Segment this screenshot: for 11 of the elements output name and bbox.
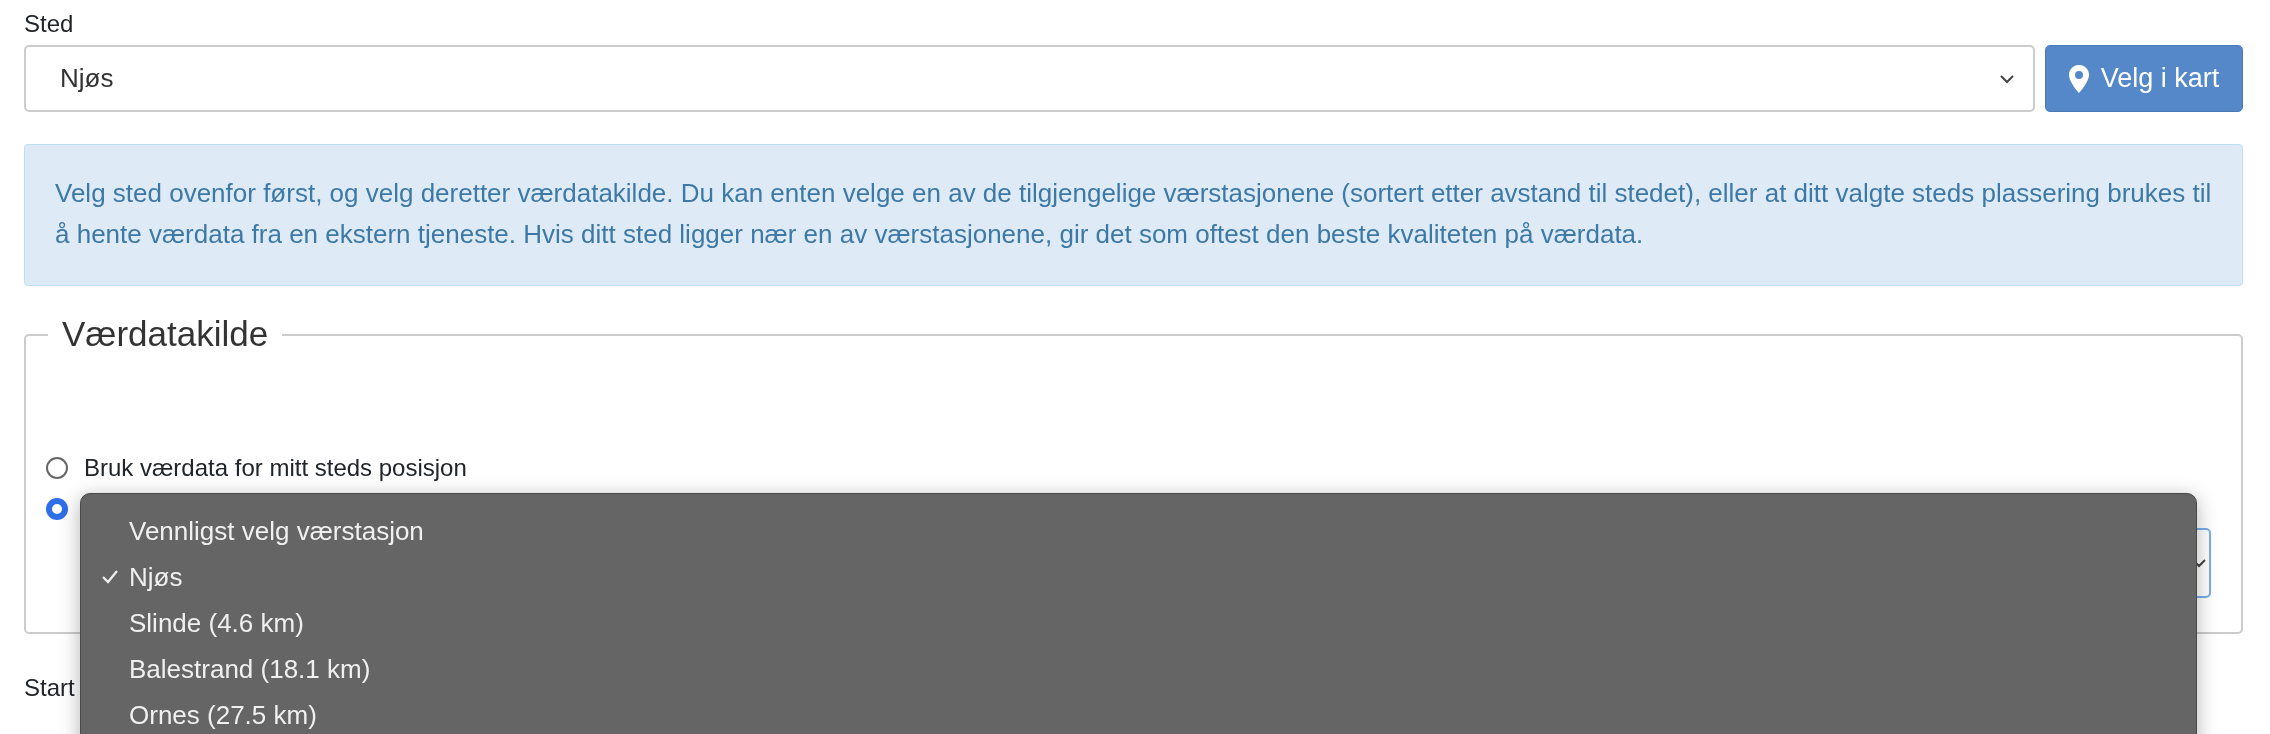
info-text: Velg sted ovenfor først, og velg deretter værdatakilde. Du kan enten velge en av de tilgjengelige værstasjonene (sortert etter avstand til stedet), eller at ditt valgte steds plassering brukes til å hente værdata fra en ekstern tjeneste. Hvis ditt sted ligger nær en av værstasjonene, gir det som oftest den beste kvaliteten på værdata.: [55, 178, 2212, 249]
map-button[interactable]: Velg i kart: [2045, 45, 2243, 112]
dropdown-item[interactable]: Slinde (4.6 km): [81, 600, 2196, 646]
dropdown-item[interactable]: Vennligst velg værstasjon: [81, 508, 2196, 554]
radio-label: Bruk værdata for mitt steds posisjon: [84, 454, 467, 482]
dropdown-item[interactable]: Njøs: [81, 554, 2196, 600]
place-select[interactable]: Njøs: [24, 45, 2035, 112]
field-label: Sted: [24, 9, 75, 39]
field-label: Start: [24, 674, 75, 702]
dropdown-item[interactable]: Ornes (27.5 km): [81, 692, 2196, 734]
dropdown-item[interactable]: Balestrand (18.1 km): [81, 646, 2196, 692]
